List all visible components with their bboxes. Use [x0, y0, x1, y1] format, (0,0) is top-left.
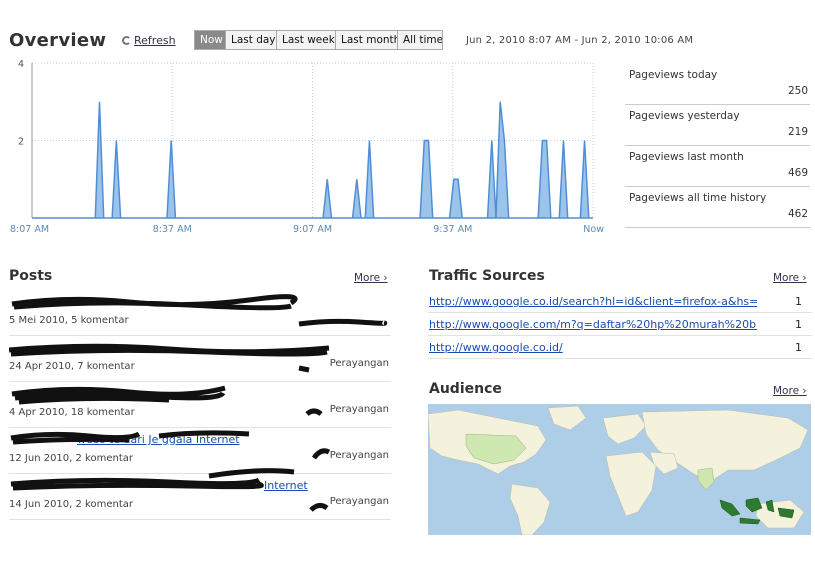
stat-value: 250 — [787, 85, 808, 97]
stat-today: Pageviews today 250 — [625, 64, 810, 105]
posts-heading: Posts — [9, 268, 53, 284]
time-range-tabs: Now Last day Last week Last month All ti… — [194, 30, 443, 50]
tab-last-week[interactable]: Last week — [277, 31, 336, 49]
post-author: Perayangan — [329, 496, 389, 507]
x-tick-label: 8:07 AM — [10, 224, 49, 235]
stat-yesterday: Pageviews yesterday 219 — [625, 105, 810, 146]
post-meta: 24 Apr 2010, 7 komentar — [9, 361, 135, 372]
source-link[interactable]: http://www.google.com/m?q=daftar%20hp%20… — [429, 318, 757, 331]
europe — [602, 413, 647, 445]
africa — [605, 451, 657, 517]
list-item: 4 Apr 2010, 18 komentar Perayangan — [9, 382, 391, 428]
x-axis-ticks: 8:07 AM 8:37 AM 9:07 AM 9:37 AM Now — [10, 224, 604, 235]
y-axis-ticks: 42 — [18, 59, 24, 148]
posts-more-link[interactable]: More › — [354, 272, 388, 284]
source-link[interactable]: http://www.google.co.id/ — [429, 341, 757, 354]
stat-value: 462 — [787, 208, 808, 220]
list-item: http://www.google.co.id/ 1 — [428, 336, 812, 359]
post-meta: 12 Jun 2010, 2 komentar — [9, 453, 133, 464]
south-america — [509, 483, 551, 535]
traffic-sources-list: http://www.google.co.id/search?hl=id&cli… — [428, 290, 812, 359]
y-tick-label: 4 — [18, 59, 24, 70]
source-count: 1 — [795, 341, 802, 354]
audience-heading: Audience — [429, 381, 502, 397]
post-meta: 4 Apr 2010, 18 komentar — [9, 407, 135, 418]
list-item: webs te dari Je ggala Internet 12 Jun 20… — [9, 428, 391, 474]
x-tick-label: 8:37 AM — [153, 224, 192, 235]
tab-all-time[interactable]: All time — [398, 31, 442, 49]
post-title-link[interactable]: webs te dari Je ggala Internet — [77, 433, 240, 446]
source-count: 1 — [795, 318, 802, 331]
traffic-sources-heading: Traffic Sources — [429, 268, 545, 284]
traffic-more-link[interactable]: More › — [773, 272, 807, 284]
post-meta: 14 Jun 2010, 2 komentar — [9, 499, 133, 510]
stat-label: Pageviews yesterday — [629, 110, 740, 122]
post-author: Perayangan — [329, 404, 389, 415]
refresh-icon — [122, 36, 131, 45]
post-meta: 5 Mei 2010, 5 komentar — [9, 315, 129, 326]
stat-all-time: Pageviews all time history 462 — [625, 187, 810, 228]
post-title-link[interactable]: Internet — [264, 479, 308, 492]
refresh-label: Refresh — [134, 34, 176, 47]
x-tick-label: 9:37 AM — [433, 224, 472, 235]
stat-value: 219 — [787, 126, 808, 138]
date-range: Jun 2, 2010 8:07 AM - Jun 2, 2010 10:06 … — [466, 35, 694, 46]
list-item: 5 Mei 2010, 5 komentar — [9, 290, 391, 336]
greenland — [547, 405, 587, 431]
post-author: Perayangan — [329, 450, 389, 461]
indonesia-sumatra — [719, 499, 741, 517]
stat-value: 469 — [787, 167, 808, 179]
list-item: http://www.google.com/m?q=daftar%20hp%20… — [428, 313, 812, 336]
pageviews-chart: 8:07 AM 8:37 AM 9:07 AM 9:37 AM Now 42 — [10, 59, 604, 235]
x-tick-label: Now — [583, 224, 604, 235]
stat-label: Pageviews today — [629, 69, 718, 81]
page-title: Overview — [9, 30, 107, 51]
stat-label: Pageviews last month — [629, 151, 744, 163]
tab-last-month[interactable]: Last month — [336, 31, 398, 49]
y-tick-label: 2 — [18, 137, 24, 148]
posts-list: 5 Mei 2010, 5 komentar 24 Apr 2010, 7 ko… — [9, 290, 391, 520]
x-tick-label: 9:07 AM — [293, 224, 332, 235]
indonesia-java — [739, 517, 761, 525]
list-item: http://www.google.co.id/search?hl=id&cli… — [428, 290, 812, 313]
india-region — [697, 467, 715, 491]
audience-world-map[interactable] — [428, 404, 811, 535]
pageview-stats: Pageviews today 250 Pageviews yesterday … — [625, 64, 810, 228]
tab-last-day[interactable]: Last day — [226, 31, 277, 49]
list-item: Internet 14 Jun 2010, 2 komentar Perayan… — [9, 468, 391, 520]
stat-label: Pageviews all time history — [629, 192, 767, 204]
refresh-button[interactable]: Refresh — [122, 34, 176, 47]
audience-more-link[interactable]: More › — [773, 385, 807, 397]
source-count: 1 — [795, 295, 802, 308]
list-item: 24 Apr 2010, 7 komentar Perayangan — [9, 336, 391, 382]
stat-last-month: Pageviews last month 469 — [625, 146, 810, 187]
post-author: Perayangan — [329, 358, 389, 369]
tab-now[interactable]: Now — [195, 31, 226, 49]
source-link[interactable]: http://www.google.co.id/search?hl=id&cli… — [429, 295, 757, 308]
